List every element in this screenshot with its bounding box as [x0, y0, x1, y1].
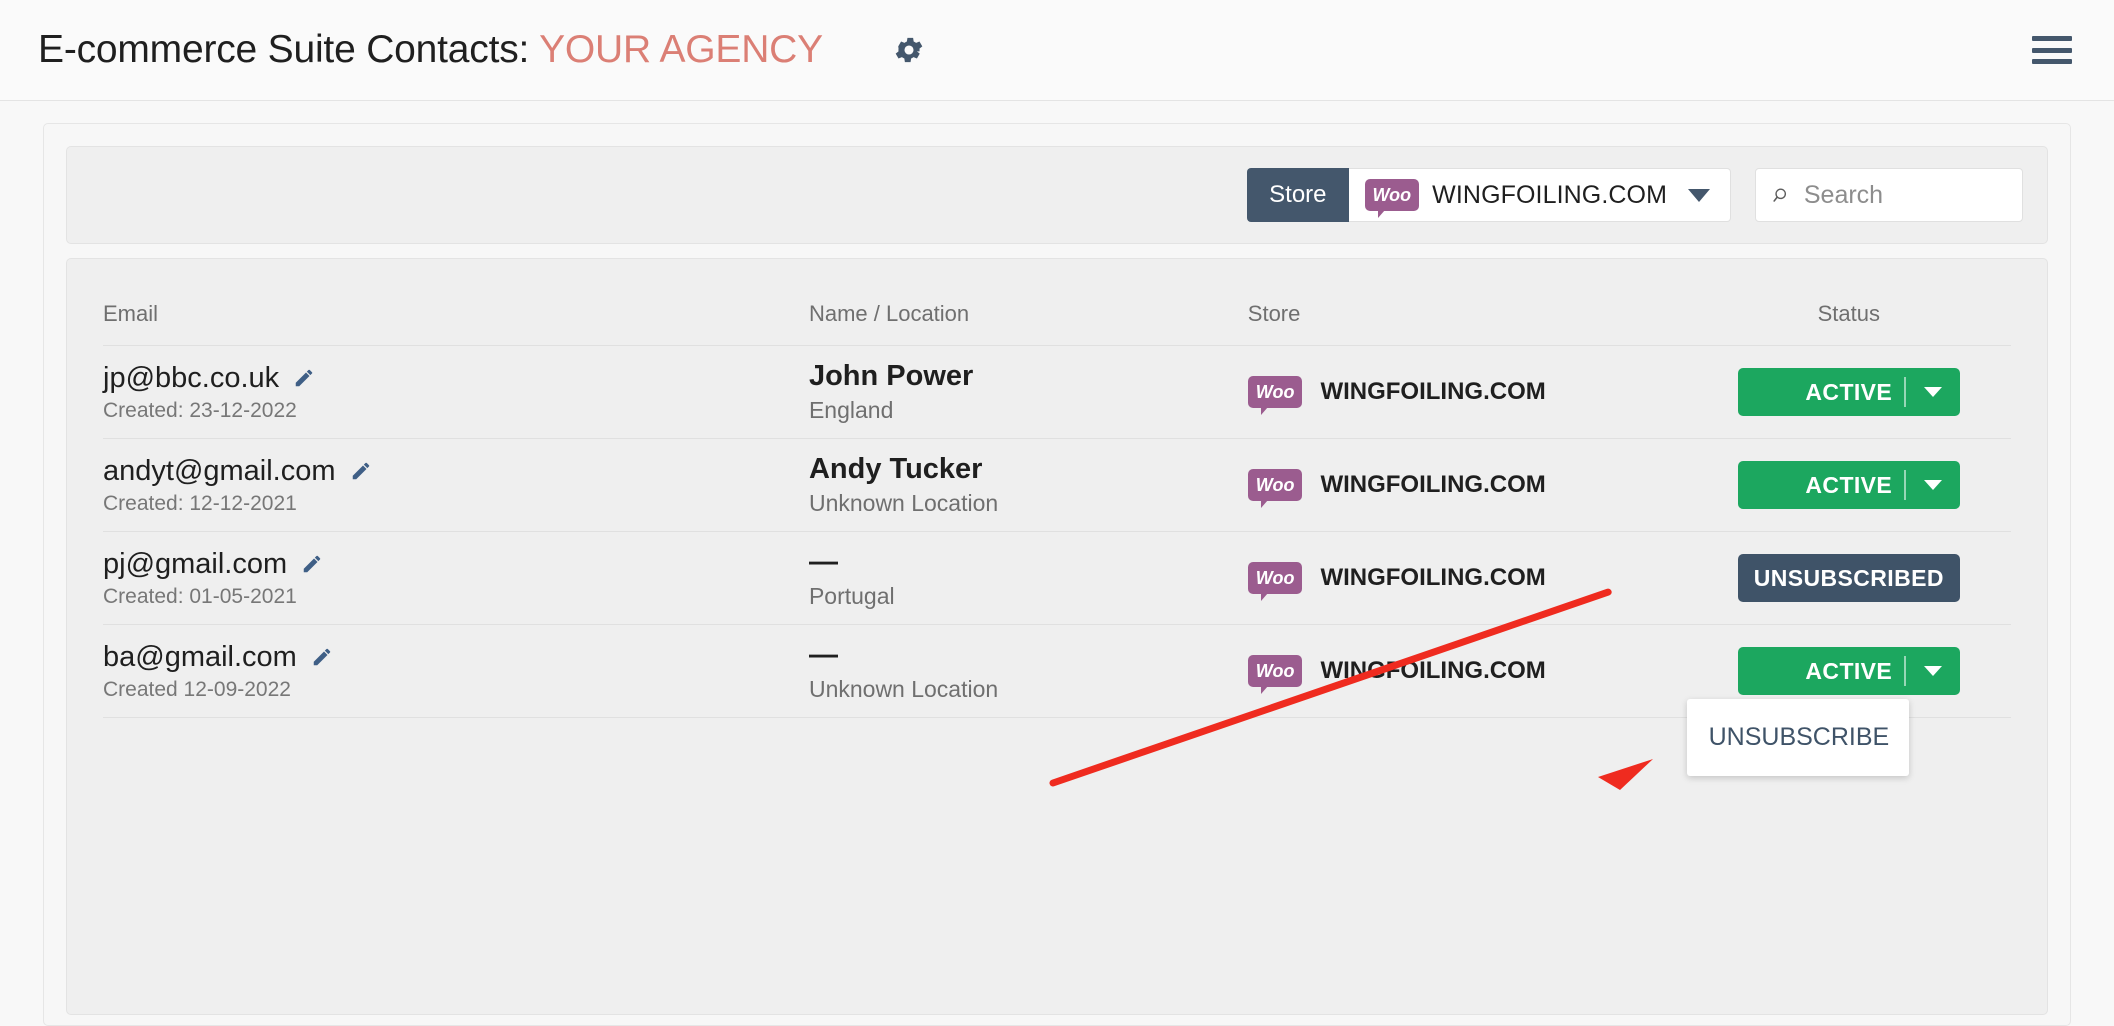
search-input[interactable]	[1803, 180, 2006, 210]
status-label: ACTIVE	[1805, 378, 1893, 405]
cell-email: andyt@gmail.com Created: 12-12-2021	[103, 438, 809, 532]
gear-icon	[895, 37, 923, 63]
page-title-prefix: E-commerce Suite Contacts:	[38, 28, 530, 71]
cell-status: ACTIVE UNSUBSCRIBE	[1686, 624, 2011, 776]
contact-name: —	[808, 546, 838, 578]
contact-location: Unknown Location	[808, 490, 999, 516]
contact-name: John Power	[808, 360, 974, 392]
contacts-table: Email Name / Location Store Status jp@bb…	[103, 259, 2011, 776]
cell-status: ACTIVE	[1686, 345, 2011, 439]
status-badge[interactable]: ACTIVE	[1737, 647, 1960, 695]
status-badge[interactable]: ACTIVE	[1737, 368, 1960, 416]
hamburger-icon-bar	[2032, 47, 2072, 53]
contact-email: andyt@gmail.com	[103, 454, 336, 487]
contacts-card: Store Woo WINGFOILING.COM Search Email N…	[43, 123, 2071, 1026]
table-head: Email Name / Location Store Status	[103, 259, 2011, 346]
edit-pencil-icon[interactable]	[293, 367, 315, 389]
status-badge[interactable]: ACTIVE	[1737, 461, 1960, 509]
cell-store: Woo WINGFOILING.COM	[1247, 345, 1687, 439]
contact-email: pj@gmail.com	[103, 547, 288, 580]
chevron-down-icon	[1688, 188, 1710, 202]
store-select[interactable]: Woo WINGFOILING.COM	[1348, 168, 1731, 222]
cell-store: Woo WINGFOILING.COM	[1247, 531, 1687, 625]
status-control: ACTIVE	[1687, 368, 2011, 416]
chevron-down-icon	[1923, 387, 1942, 397]
status-label: ACTIVE	[1805, 471, 1893, 498]
cell-store: Woo WINGFOILING.COM	[1247, 438, 1687, 532]
cell-name-location: — Unknown Location	[808, 624, 1248, 718]
column-header-store: Store	[1247, 259, 1687, 346]
woocommerce-icon: Woo	[1247, 376, 1303, 415]
contact-email: jp@bbc.co.uk	[103, 361, 280, 394]
status-label: ACTIVE	[1805, 657, 1893, 684]
cell-name-location: John Power England	[808, 345, 1248, 439]
table-header-row: Email Name / Location Store Status	[103, 259, 2011, 346]
table-row: jp@bbc.co.uk Created: 23-12-2022 John Powe…	[103, 345, 2011, 439]
table-row: pj@gmail.com Created: 01-05-2021 — Portugal…	[103, 531, 2011, 625]
column-header-email: Email	[103, 259, 809, 346]
status-dropdown-toggle[interactable]	[1903, 377, 1960, 407]
store-select-value: WINGFOILING.COM	[1432, 180, 1667, 209]
cell-name-location: — Portugal	[808, 531, 1248, 625]
edit-pencil-icon[interactable]	[311, 646, 333, 668]
settings-button[interactable]	[887, 28, 931, 72]
chevron-down-icon	[1923, 666, 1942, 676]
woocommerce-icon: Woo	[1247, 655, 1303, 694]
status-dropdown-menu: UNSUBSCRIBE	[1686, 699, 1909, 776]
contact-store-name: WINGFOILING.COM	[1320, 378, 1546, 405]
status-control: UNSUBSCRIBED	[1687, 554, 2011, 602]
contact-location: Portugal	[808, 583, 895, 609]
column-header-status: Status	[1686, 259, 2011, 346]
cell-email: jp@bbc.co.uk Created: 23-12-2022	[103, 345, 809, 439]
woocommerce-icon: Woo	[1247, 469, 1303, 508]
hamburger-icon-bar	[2032, 36, 2072, 41]
contact-store-name: WINGFOILING.COM	[1320, 564, 1546, 591]
table-row: ba@gmail.com Created 12-09-2022 — Unknown L…	[103, 624, 2011, 776]
hamburger-icon-bar	[2032, 59, 2072, 64]
contacts-table-panel: Email Name / Location Store Status jp@bb…	[66, 258, 2048, 1015]
search-box[interactable]	[1755, 168, 2023, 222]
cell-status: UNSUBSCRIBED	[1686, 531, 2011, 625]
store-filter-group: Store Woo WINGFOILING.COM	[1247, 168, 1731, 222]
status-control: ACTIVE UNSUBSCRIBE	[1686, 647, 2011, 776]
woocommerce-icon: Woo	[1364, 179, 1420, 218]
contacts-toolbar: Store Woo WINGFOILING.COM	[66, 146, 2048, 244]
contact-created-date: Created: 01-05-2021	[103, 584, 297, 608]
contact-name: Andy Tucker	[808, 453, 983, 485]
app-header: E-commerce Suite Contacts: YOUR AGENCY	[0, 0, 2114, 101]
cell-name-location: Andy Tucker Unknown Location	[808, 438, 1248, 532]
search-icon	[1773, 188, 1787, 202]
contact-created-date: Created: 12-12-2021	[103, 491, 297, 515]
cell-status: ACTIVE	[1686, 438, 2011, 532]
page-title-accent: YOUR AGENCY	[539, 28, 823, 71]
store-filter-label[interactable]: Store	[1247, 168, 1349, 222]
status-label: UNSUBSCRIBED	[1753, 564, 1944, 591]
column-header-name: Name / Location	[808, 259, 1248, 346]
page-title: E-commerce Suite Contacts: YOUR AGENCY	[38, 28, 823, 72]
cell-email: ba@gmail.com Created 12-09-2022	[103, 624, 809, 718]
status-badge[interactable]: UNSUBSCRIBED	[1737, 554, 1960, 602]
contact-created-date: Created: 23-12-2022	[103, 398, 297, 422]
table-row: andyt@gmail.com Created: 12-12-2021 Andy T…	[103, 438, 2011, 532]
contact-email: ba@gmail.com	[103, 640, 297, 673]
status-dropdown-toggle[interactable]	[1903, 656, 1960, 686]
contact-store-name: WINGFOILING.COM	[1320, 657, 1546, 684]
dropdown-menu-item[interactable]: UNSUBSCRIBE	[1687, 717, 1909, 758]
contact-location: England	[808, 397, 894, 423]
status-dropdown-toggle[interactable]	[1903, 470, 1960, 500]
cell-email: pj@gmail.com Created: 01-05-2021	[103, 531, 809, 625]
chevron-down-icon	[1923, 480, 1942, 490]
hamburger-menu-button[interactable]	[2032, 36, 2072, 64]
status-control: ACTIVE	[1687, 461, 2011, 509]
cell-store: Woo WINGFOILING.COM	[1247, 624, 1687, 718]
edit-pencil-icon[interactable]	[350, 460, 372, 482]
page-body: Store Woo WINGFOILING.COM Search Email N…	[0, 101, 2114, 1026]
contact-location: Unknown Location	[808, 676, 999, 702]
contact-store-name: WINGFOILING.COM	[1320, 471, 1546, 498]
edit-pencil-icon[interactable]	[301, 553, 323, 575]
table-body: jp@bbc.co.uk Created: 23-12-2022 John Powe…	[103, 345, 2011, 776]
contact-created-date: Created 12-09-2022	[103, 677, 291, 701]
contact-name: —	[808, 639, 838, 671]
woocommerce-icon: Woo	[1247, 562, 1303, 601]
